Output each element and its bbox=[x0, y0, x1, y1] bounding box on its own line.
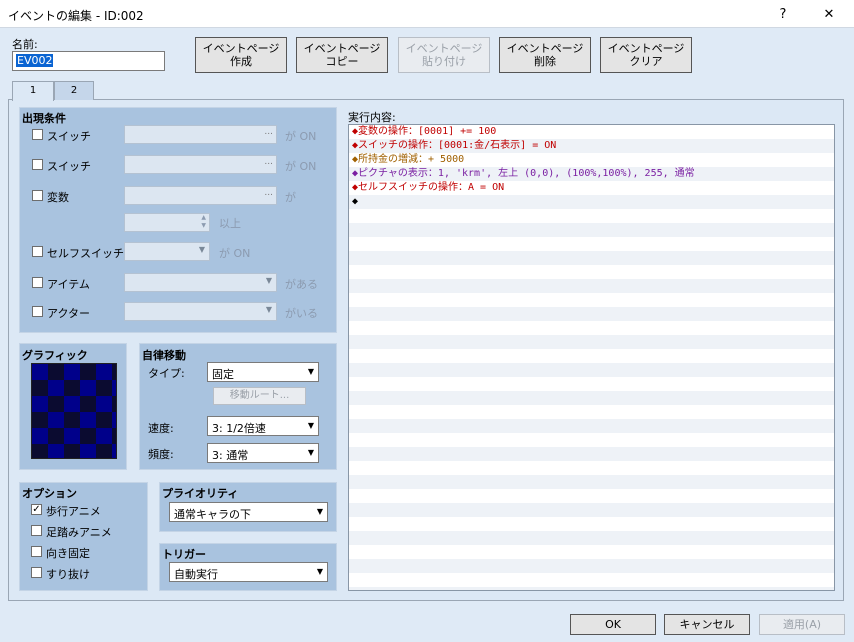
switch2-field[interactable]: ... bbox=[124, 155, 277, 174]
walking-anim-checkbox[interactable]: ✓ bbox=[31, 504, 42, 515]
command-line[interactable]: ◆変数の操作：[0001] += 100 bbox=[352, 125, 496, 139]
spin-down-icon[interactable]: ▼ bbox=[201, 222, 206, 229]
close-icon[interactable]: ✕ bbox=[806, 0, 852, 28]
chevron-down-icon: ▼ bbox=[316, 567, 323, 576]
priority-select[interactable]: 通常キャラの下 ▼ bbox=[169, 502, 328, 522]
actor-select[interactable]: ▼ bbox=[124, 302, 277, 321]
self-switch-label: セルフスイッチ bbox=[47, 247, 124, 260]
apply-button[interactable]: 適用(A) bbox=[759, 614, 845, 635]
command-line[interactable]: ◆セルフスイッチの操作：A = ON bbox=[352, 181, 504, 195]
self-switch-suffix: が ON bbox=[219, 247, 251, 260]
ok-button[interactable]: OK bbox=[570, 614, 656, 635]
cancel-button[interactable]: キャンセル bbox=[664, 614, 750, 635]
trigger-title: トリガー bbox=[162, 548, 206, 561]
conditions-title: 出現条件 bbox=[22, 112, 66, 125]
variable-label: 変数 bbox=[47, 191, 69, 204]
switch1-label: スイッチ bbox=[47, 130, 91, 143]
through-checkbox[interactable] bbox=[31, 567, 42, 578]
chevron-down-icon: ▼ bbox=[316, 507, 323, 516]
chevron-down-icon: ▼ bbox=[265, 305, 272, 314]
stepping-anim-label: 足踏みアニメ bbox=[46, 526, 112, 539]
actor-label: アクター bbox=[47, 307, 91, 320]
move-speed-select[interactable]: 3: 1/2倍速 ▼ bbox=[207, 416, 319, 436]
walking-anim-label: 歩行アニメ bbox=[46, 505, 101, 518]
ellipsis-icon: ... bbox=[264, 188, 273, 198]
stepping-anim-checkbox[interactable] bbox=[31, 525, 42, 536]
through-label: すり抜け bbox=[46, 568, 90, 581]
switch2-checkbox[interactable] bbox=[32, 159, 43, 170]
command-line[interactable]: ◆ピクチャの表示：1, 'krm', 左上 (0,0), (100%,100%)… bbox=[352, 167, 695, 181]
item-suffix: がある bbox=[285, 278, 318, 291]
graphic-title: グラフィック bbox=[22, 349, 88, 362]
command-line[interactable]: ◆スイッチの操作：[0001:金/石表示] = ON bbox=[352, 139, 556, 153]
contents-label: 実行内容: bbox=[348, 111, 396, 124]
chevron-down-icon: ▼ bbox=[307, 421, 314, 430]
chevron-down-icon: ▼ bbox=[307, 448, 314, 457]
switch1-checkbox[interactable] bbox=[32, 129, 43, 140]
move-speed-label: 速度: bbox=[148, 422, 174, 435]
name-label: 名前: bbox=[12, 38, 38, 51]
move-frequency-select[interactable]: 3: 通常 ▼ bbox=[207, 443, 319, 463]
help-button[interactable]: ? bbox=[760, 0, 806, 28]
autonomous-movement-title: 自律移動 bbox=[142, 349, 186, 362]
spin-up-icon[interactable]: ▲ bbox=[201, 214, 206, 221]
actor-suffix: がいる bbox=[285, 307, 318, 320]
variable-checkbox[interactable] bbox=[32, 190, 43, 201]
paste-page-button[interactable]: イベントページ 貼り付け bbox=[398, 37, 490, 73]
move-type-label: タイプ: bbox=[148, 367, 185, 380]
name-input[interactable]: EV002 bbox=[12, 51, 165, 71]
command-line[interactable]: ◆所持金の増減：+ 5000 bbox=[352, 153, 464, 167]
delete-page-button[interactable]: イベントページ 削除 bbox=[499, 37, 591, 73]
item-label: アイテム bbox=[47, 278, 90, 291]
trigger-select[interactable]: 自動実行 ▼ bbox=[169, 562, 328, 582]
variable-field[interactable]: ... bbox=[124, 186, 277, 205]
switch1-field[interactable]: ... bbox=[124, 125, 277, 144]
new-page-button[interactable]: イベントページ 作成 bbox=[195, 37, 287, 73]
actor-checkbox[interactable] bbox=[32, 306, 43, 317]
switch2-suffix: が ON bbox=[285, 160, 317, 173]
ellipsis-icon: ... bbox=[264, 127, 273, 137]
chevron-down-icon: ▼ bbox=[307, 367, 314, 376]
move-type-select[interactable]: 固定 ▼ bbox=[207, 362, 319, 382]
command-list[interactable]: ◆変数の操作：[0001] += 100 ◆スイッチの操作：[0001:金/石表… bbox=[348, 124, 835, 591]
direction-fix-checkbox[interactable] bbox=[31, 546, 42, 557]
variable-above-label: 以上 bbox=[219, 217, 241, 230]
graphic-preview[interactable] bbox=[31, 363, 117, 459]
switch1-suffix: が ON bbox=[285, 130, 317, 143]
item-checkbox[interactable] bbox=[32, 277, 43, 288]
tab-page-2[interactable]: 2 bbox=[54, 81, 94, 100]
switch2-label: スイッチ bbox=[47, 160, 91, 173]
command-line[interactable]: ◆ bbox=[352, 195, 358, 209]
ellipsis-icon: ... bbox=[264, 157, 273, 167]
chevron-down-icon: ▼ bbox=[198, 245, 205, 254]
variable-suffix: が bbox=[285, 191, 296, 204]
direction-fix-label: 向き固定 bbox=[46, 547, 90, 560]
move-route-button[interactable]: 移動ルート... bbox=[213, 387, 306, 405]
item-select[interactable]: ▼ bbox=[124, 273, 277, 292]
variable-value-spinner[interactable]: ▲ ▼ bbox=[124, 213, 210, 232]
window-title: イベントの編集 - ID:002 bbox=[8, 9, 144, 23]
options-title: オプション bbox=[22, 487, 77, 500]
self-switch-select[interactable]: ▼ bbox=[124, 242, 210, 261]
move-frequency-label: 頻度: bbox=[148, 448, 174, 461]
tab-page-1[interactable]: 1 bbox=[12, 81, 54, 101]
priority-title: プライオリティ bbox=[162, 487, 239, 500]
copy-page-button[interactable]: イベントページ コピー bbox=[296, 37, 388, 73]
self-switch-checkbox[interactable] bbox=[32, 246, 43, 257]
chevron-down-icon: ▼ bbox=[265, 276, 272, 285]
clear-page-button[interactable]: イベントページ クリア bbox=[600, 37, 692, 73]
